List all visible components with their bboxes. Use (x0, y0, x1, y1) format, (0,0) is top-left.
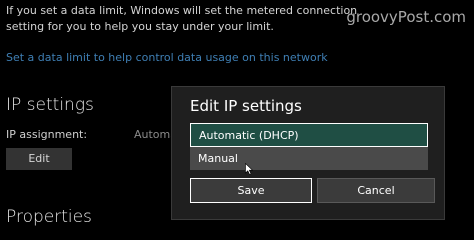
ip-settings-heading: IP settings (6, 95, 94, 115)
edit-ip-settings-dialog: Edit IP settings Automatic (DHCP) Manual… (171, 86, 445, 220)
groovypost-watermark: groovyPost.com (346, 8, 466, 26)
set-data-limit-link[interactable]: Set a data limit to help control data us… (6, 51, 328, 65)
option-automatic-dhcp[interactable]: Automatic (DHCP) (190, 123, 428, 147)
ip-assignment-label: IP assignment: (6, 128, 88, 141)
dialog-title: Edit IP settings (190, 97, 302, 115)
properties-heading: Properties (6, 207, 92, 227)
save-button[interactable]: Save (190, 178, 312, 203)
option-manual[interactable]: Manual (190, 147, 428, 170)
metered-connection-info: If you set a data limit, Windows will se… (6, 4, 358, 33)
edit-ip-button[interactable]: Edit (6, 148, 72, 170)
cancel-button[interactable]: Cancel (317, 178, 435, 203)
ip-mode-dropdown-list: Automatic (DHCP) Manual (190, 123, 428, 170)
mouse-pointer-icon (245, 163, 253, 175)
